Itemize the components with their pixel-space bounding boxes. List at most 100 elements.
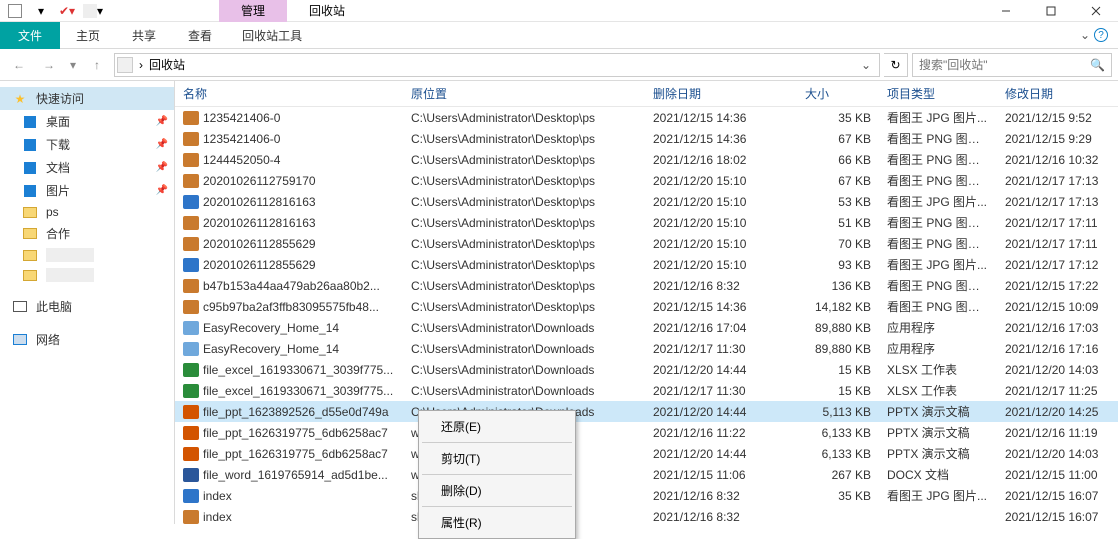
cell-original-location: C:\Users\Administrator\Desktop\ps <box>403 111 645 125</box>
cell-size: 35 KB <box>797 489 879 503</box>
refresh-button[interactable]: ↻ <box>884 53 908 77</box>
cell-size: 35 KB <box>797 111 879 125</box>
table-row[interactable]: file_ppt_1623892526_d55e0d749aC:\Users\A… <box>175 401 1118 422</box>
sidebar-this-pc[interactable]: 此电脑 <box>0 295 174 318</box>
table-row[interactable]: 20201026112816163C:\Users\Administrator\… <box>175 191 1118 212</box>
file-list: 1235421406-0C:\Users\Administrator\Deskt… <box>175 107 1118 524</box>
cell-type: PPTX 演示文稿 <box>879 403 997 420</box>
search-box[interactable]: 🔍 <box>912 53 1112 77</box>
forward-button[interactable]: → <box>36 52 62 78</box>
cell-size: 6,133 KB <box>797 426 879 440</box>
table-row[interactable]: file_ppt_1626319775_6db6258ac7wnloads202… <box>175 422 1118 443</box>
recent-dropdown[interactable]: ▾ <box>66 52 80 78</box>
sidebar-item[interactable]: 合作 <box>0 222 174 245</box>
cell-date-modified: 2021/12/15 16:07 <box>997 510 1108 524</box>
sidebar-item[interactable]: 文档📌 <box>0 156 174 179</box>
network-icon <box>12 333 28 347</box>
sidebar-item[interactable]: 桌面📌 <box>0 110 174 133</box>
file-type-icon <box>183 237 199 251</box>
ctx-properties[interactable]: 属性(R) <box>421 509 573 536</box>
cell-type: 应用程序 <box>879 319 997 336</box>
table-row[interactable]: EasyRecovery_Home_14C:\Users\Administrat… <box>175 338 1118 359</box>
search-input[interactable] <box>919 58 1090 72</box>
table-row[interactable]: 20201026112759170C:\Users\Administrator\… <box>175 170 1118 191</box>
qat-app-icon[interactable] <box>4 2 26 20</box>
ctx-restore[interactable]: 还原(E) <box>421 413 573 440</box>
qat-check-icon[interactable]: ✔▾ <box>56 2 78 20</box>
table-row[interactable]: file_excel_1619330671_3039f775...C:\User… <box>175 380 1118 401</box>
ctx-cut[interactable]: 剪切(T) <box>421 445 573 472</box>
col-size[interactable]: 大小 <box>797 85 879 102</box>
ctx-separator <box>422 442 572 443</box>
cell-original-location: C:\Users\Administrator\Desktop\ps <box>403 174 645 188</box>
cell-date-modified: 2021/12/16 11:19 <box>997 426 1108 440</box>
table-row[interactable]: c95b97ba2af3ffb83095575fb48...C:\Users\A… <box>175 296 1118 317</box>
sidebar-item[interactable]: xxxxxxxx <box>0 245 174 265</box>
cell-date-deleted: 2021/12/16 8:32 <box>645 510 797 524</box>
table-row[interactable]: file_ppt_1626319775_6db6258ac7wnloads202… <box>175 443 1118 464</box>
col-item-type[interactable]: 项目类型 <box>879 85 997 102</box>
col-name[interactable]: 名称 <box>175 85 403 102</box>
up-button[interactable]: ↑ <box>84 52 110 78</box>
folder-system-icon <box>22 138 38 152</box>
recycle-tools-tab[interactable]: 回收站工具 <box>228 22 316 49</box>
table-row[interactable]: 20201026112855629C:\Users\Administrator\… <box>175 233 1118 254</box>
cell-original-location: C:\Users\Administrator\Downloads <box>403 384 645 398</box>
sidebar-item[interactable]: xxxxxxxx <box>0 265 174 285</box>
table-row[interactable]: 1244452050-4C:\Users\Administrator\Deskt… <box>175 149 1118 170</box>
address-bar[interactable]: › 回收站 ⌄ <box>114 53 880 77</box>
maximize-button[interactable] <box>1028 0 1073 22</box>
cell-date-deleted: 2021/12/20 15:10 <box>645 195 797 209</box>
help-icon[interactable]: ? <box>1094 28 1108 42</box>
view-tab[interactable]: 查看 <box>172 22 228 49</box>
table-row[interactable]: file_excel_1619330671_3039f775...C:\User… <box>175 359 1118 380</box>
cell-size: 15 KB <box>797 363 879 377</box>
table-row[interactable]: indexsktop\ps2021/12/16 8:322021/12/15 1… <box>175 506 1118 524</box>
ctx-delete[interactable]: 删除(D) <box>421 477 573 504</box>
location-title: 回收站 <box>287 0 367 22</box>
cell-original-location: C:\Users\Administrator\Desktop\ps <box>403 216 645 230</box>
cell-type: 看图王 JPG 图片... <box>879 256 997 273</box>
table-row[interactable]: 20201026112816163C:\Users\Administrator\… <box>175 212 1118 233</box>
share-tab[interactable]: 共享 <box>116 22 172 49</box>
search-icon[interactable]: 🔍 <box>1090 58 1105 72</box>
ribbon-help[interactable]: ⌄ ? <box>1070 26 1118 44</box>
cell-name: index <box>175 489 403 503</box>
table-row[interactable]: 1235421406-0C:\Users\Administrator\Deskt… <box>175 128 1118 149</box>
manage-contextual-tab[interactable]: 管理 <box>219 0 287 22</box>
breadcrumb-location[interactable]: 回收站 <box>149 56 849 73</box>
table-row[interactable]: indexsktop\ps2021/12/16 8:3235 KB看图王 JPG… <box>175 485 1118 506</box>
cell-type: 看图王 JPG 图片... <box>879 193 997 210</box>
cell-name: 1235421406-0 <box>175 111 403 125</box>
table-row[interactable]: 1235421406-0C:\Users\Administrator\Deskt… <box>175 107 1118 128</box>
minimize-button[interactable] <box>983 0 1028 22</box>
col-date-modified[interactable]: 修改日期 <box>997 85 1108 102</box>
sidebar-network[interactable]: 网络 <box>0 328 174 351</box>
cell-name: file_excel_1619330671_3039f775... <box>175 363 403 377</box>
table-row[interactable]: b47b153a44aa479ab26aa80b2...C:\Users\Adm… <box>175 275 1118 296</box>
col-date-deleted[interactable]: 删除日期 <box>645 85 797 102</box>
cell-type: 看图王 PNG 图片... <box>879 130 997 147</box>
sidebar-item[interactable]: ps <box>0 202 174 222</box>
cell-date-modified: 2021/12/15 11:00 <box>997 468 1108 482</box>
file-tab[interactable]: 文件 <box>0 22 60 49</box>
sidebar-item[interactable]: 下载📌 <box>0 133 174 156</box>
sidebar-item[interactable]: 图片📌 <box>0 179 174 202</box>
home-tab[interactable]: 主页 <box>60 22 116 49</box>
sidebar-quick-access[interactable]: ★ 快速访问 <box>0 87 174 110</box>
cell-type: 看图王 PNG 图片... <box>879 235 997 252</box>
col-original-location[interactable]: 原位置 <box>403 85 645 102</box>
cell-size: 89,880 KB <box>797 342 879 356</box>
qat-blank[interactable]: ▾ <box>82 2 104 20</box>
pin-icon: 📌 <box>156 162 168 173</box>
table-row[interactable]: 20201026112855629C:\Users\Administrator\… <box>175 254 1118 275</box>
pin-icon: 📌 <box>156 139 168 150</box>
cell-original-location: C:\Users\Administrator\Desktop\ps <box>403 237 645 251</box>
back-button[interactable]: ← <box>6 52 32 78</box>
nav-row: ← → ▾ ↑ › 回收站 ⌄ ↻ 🔍 <box>0 49 1118 81</box>
table-row[interactable]: EasyRecovery_Home_14C:\Users\Administrat… <box>175 317 1118 338</box>
qat-dropdown[interactable]: ▾ <box>30 2 52 20</box>
table-row[interactable]: file_word_1619765914_ad5d1be...wnloads20… <box>175 464 1118 485</box>
address-dropdown[interactable]: ⌄ <box>855 58 877 72</box>
close-button[interactable] <box>1073 0 1118 22</box>
